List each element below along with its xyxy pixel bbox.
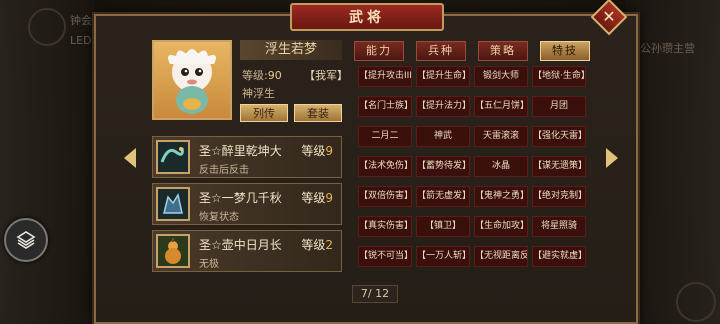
trait-cell[interactable]: 将星照骑 bbox=[532, 216, 586, 237]
trait-cell[interactable]: 【双倍伤害】 bbox=[358, 186, 412, 207]
outfit-button[interactable]: 套装 bbox=[294, 104, 342, 122]
trait-grid: 【提升攻击III】【提升生命】锻剑大师【地狱·生命】【名门士族】【提升法力】【五… bbox=[358, 66, 586, 276]
trait-cell[interactable]: 【鬼神之勇】 bbox=[474, 186, 528, 207]
skill-level: 等级2 bbox=[301, 236, 333, 253]
dragon-icon bbox=[156, 140, 190, 174]
trait-cell[interactable]: 【箭无虚发】 bbox=[416, 186, 470, 207]
trait-cell[interactable]: 【生命加攻】 bbox=[474, 216, 528, 237]
trait-cell[interactable]: 神武 bbox=[416, 126, 470, 147]
trait-cell[interactable]: 【谋无遗策】 bbox=[532, 156, 586, 177]
trait-cell[interactable]: 【提升攻击III】 bbox=[358, 66, 412, 87]
tab-ability[interactable]: 能力 bbox=[354, 41, 404, 61]
skill-level-value: 9 bbox=[325, 191, 333, 205]
next-hero-arrow-icon[interactable] bbox=[606, 148, 618, 168]
bg-right-text: 公孙瓒主营 bbox=[640, 42, 695, 55]
hero-level-label: 等级: bbox=[242, 69, 268, 82]
trait-cell[interactable]: 【真实伤害】 bbox=[358, 216, 412, 237]
trait-cell[interactable]: 【五仁月饼】 bbox=[474, 96, 528, 117]
skill-level: 等级9 bbox=[301, 142, 333, 159]
skill-desc: 恢复状态 bbox=[199, 212, 239, 223]
trait-cell[interactable]: 【镇卫】 bbox=[416, 216, 470, 237]
trait-cell[interactable]: 【锐不可当】 bbox=[358, 246, 412, 267]
skill-level-value: 2 bbox=[325, 238, 333, 252]
trait-cell[interactable]: 【避实就虚】 bbox=[532, 246, 586, 267]
trait-cell[interactable]: 【强化天雷】 bbox=[532, 126, 586, 147]
trait-cell[interactable]: 二月二 bbox=[358, 126, 412, 147]
bg-left-text: 钟会 bbox=[70, 14, 92, 27]
tab-special-skill[interactable]: 特技 bbox=[540, 41, 590, 61]
skill-desc: 反击后反击 bbox=[199, 165, 249, 176]
trait-cell[interactable]: 冰晶 bbox=[474, 156, 528, 177]
skill-name: 圣☆一梦几千秋 bbox=[199, 191, 282, 205]
trait-cell[interactable]: 【名门士族】 bbox=[358, 96, 412, 117]
trait-cell[interactable]: 【法术免伤】 bbox=[358, 156, 412, 177]
bg-menu-ghost bbox=[676, 282, 716, 322]
skill-level-label: 等级 bbox=[301, 238, 326, 252]
trait-cell[interactable]: 【一万人斩】 bbox=[416, 246, 470, 267]
skill-level: 等级9 bbox=[301, 189, 333, 206]
skill-card[interactable]: 圣☆壶中日月长 等级2 无极 bbox=[152, 230, 342, 272]
prev-hero-arrow-icon[interactable] bbox=[124, 148, 136, 168]
bg-avatar-ghost bbox=[28, 8, 66, 46]
skill-level-label: 等级 bbox=[301, 191, 326, 205]
skill-desc: 无极 bbox=[199, 259, 219, 270]
trait-cell[interactable]: 【无视距离反击】 bbox=[474, 246, 528, 267]
trait-cell[interactable]: 【提升生命】 bbox=[416, 66, 470, 87]
hero-level: 等级:90 bbox=[242, 67, 282, 83]
skill-card[interactable]: 圣☆醉里乾坤大 等级9 反击后反击 bbox=[152, 136, 342, 178]
skill-level-value: 9 bbox=[325, 144, 333, 158]
side-menu-button[interactable] bbox=[4, 218, 48, 262]
skill-name: 圣☆醉里乾坤大 bbox=[199, 144, 282, 158]
gourd-icon bbox=[156, 234, 190, 268]
page-indicator: 7/ 12 bbox=[352, 285, 398, 303]
trait-cell[interactable]: 天雷滚滚 bbox=[474, 126, 528, 147]
trait-cell[interactable]: 【地狱·生命】 bbox=[532, 66, 586, 87]
trait-cell[interactable]: 【绝对克制】 bbox=[532, 186, 586, 207]
tab-troop[interactable]: 兵种 bbox=[416, 41, 466, 61]
hero-portrait-image bbox=[168, 49, 216, 114]
biography-button[interactable]: 列传 bbox=[240, 104, 288, 122]
hero-portrait bbox=[152, 40, 232, 120]
hero-name: 浮生若梦 bbox=[240, 40, 342, 60]
hero-faction: 【我军】 bbox=[304, 69, 348, 82]
trait-cell[interactable]: 【提升法力】 bbox=[416, 96, 470, 117]
trait-cell[interactable]: 月团 bbox=[532, 96, 586, 117]
hero-subname: 神浮生 bbox=[242, 87, 275, 100]
trait-cell[interactable]: 【蓄势待发】 bbox=[416, 156, 470, 177]
scroll-icon bbox=[16, 231, 36, 249]
skill-name: 圣☆壶中日月长 bbox=[199, 238, 282, 252]
trait-cell[interactable]: 锻剑大师 bbox=[474, 66, 528, 87]
close-icon: ✕ bbox=[602, 7, 616, 26]
hero-level-value: 90 bbox=[267, 69, 282, 82]
tab-strategy[interactable]: 策略 bbox=[478, 41, 528, 61]
skill-level-label: 等级 bbox=[301, 144, 326, 158]
window-title: 武将 bbox=[290, 3, 444, 31]
background-left bbox=[0, 0, 95, 324]
beast-icon bbox=[156, 187, 190, 221]
skill-card[interactable]: 圣☆一梦几千秋 等级9 恢复状态 bbox=[152, 183, 342, 225]
